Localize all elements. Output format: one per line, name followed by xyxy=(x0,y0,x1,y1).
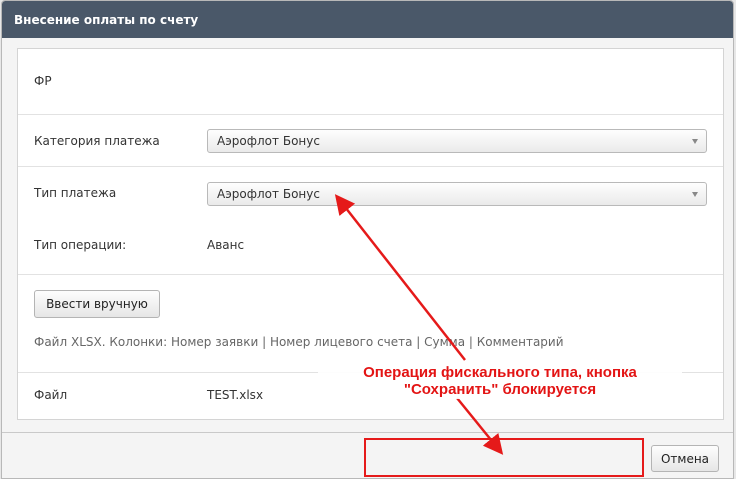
operation-type-label: Тип операции: xyxy=(34,238,127,252)
payment-type-value: Аэрофлот Бонус xyxy=(217,187,320,201)
file-name: TEST.xlsx xyxy=(207,388,264,402)
file-format-hint: Файл XLSX. Колонки: Номер заявки | Номер… xyxy=(34,335,564,349)
payment-dialog: Внесение оплаты по счету ФР Категория пл… xyxy=(1,0,734,479)
payment-type-select[interactable]: Аэрофлот Бонус xyxy=(207,182,707,206)
annotation-line-1: Операция фискального типа, кнопка xyxy=(363,364,637,381)
file-upload-row: Ввести вручную xyxy=(18,275,723,373)
annotation-line-2: "Сохранить" блокируется xyxy=(403,381,597,398)
operation-type-value: Аванс xyxy=(207,238,245,252)
chevron-down-icon xyxy=(692,139,698,144)
payment-category-value: Аэрофлот Бонус xyxy=(217,134,320,148)
fr-row: ФР xyxy=(18,49,723,115)
payment-category-label: Категория платежа xyxy=(34,134,160,148)
footer-divider xyxy=(2,432,733,433)
file-label: Файл xyxy=(34,388,68,402)
manual-entry-button[interactable]: Ввести вручную xyxy=(34,290,160,318)
payment-category-select[interactable]: Аэрофлот Бонус xyxy=(207,129,707,153)
payment-type-row: Тип платежа Аэрофлот Бонус Тип операции:… xyxy=(18,167,723,275)
annotation-text: Операция фискального типа, кнопка "Сохра… xyxy=(318,363,682,399)
payment-type-label: Тип платежа xyxy=(34,186,117,200)
hidden-save-button-highlight xyxy=(364,438,644,477)
fr-label: ФР xyxy=(34,74,52,88)
chevron-down-icon xyxy=(692,192,698,197)
cancel-button[interactable]: Отмена xyxy=(651,445,719,472)
dialog-title: Внесение оплаты по счету xyxy=(2,1,733,38)
payment-category-row: Категория платежа Аэрофлот Бонус xyxy=(18,115,723,167)
